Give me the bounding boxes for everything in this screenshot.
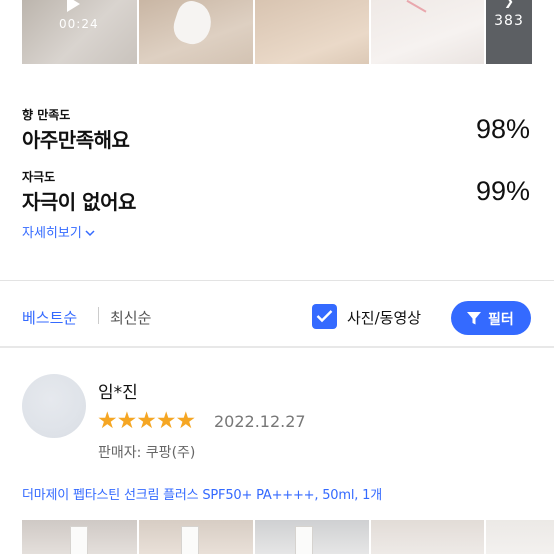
product-option: 더마제이 펩타스틴 선크림 플러스 SPF50+ PA++++, 50ml, 1… bbox=[22, 488, 382, 503]
seller-info: 판매자: 쿠팡(주) bbox=[98, 445, 196, 461]
photo-thumbnail[interactable] bbox=[371, 0, 484, 64]
scent-satisfaction-value: 아주만족해요 bbox=[22, 128, 130, 152]
more-photos-count: 383 bbox=[494, 13, 524, 29]
scent-satisfaction-percent: 98% bbox=[475, 114, 530, 144]
photo-thumbnail[interactable] bbox=[255, 0, 369, 64]
sort-separator bbox=[98, 307, 99, 324]
photo-thumbnail[interactable] bbox=[139, 0, 253, 64]
product-tube bbox=[295, 526, 313, 554]
irritation-value: 자극이 없어요 bbox=[22, 190, 136, 214]
video-duration: 00:24 bbox=[59, 17, 99, 31]
section-divider bbox=[0, 346, 554, 348]
filter-button-label: 필터 bbox=[488, 312, 514, 328]
product-tube bbox=[70, 526, 88, 554]
product-tube bbox=[181, 526, 199, 554]
review-photo[interactable] bbox=[22, 520, 137, 554]
filter-button[interactable]: 필터 bbox=[451, 301, 531, 335]
review-photo[interactable] bbox=[255, 520, 369, 554]
reviewer-name: 임*진 bbox=[98, 383, 138, 403]
review-photo[interactable] bbox=[371, 520, 484, 554]
details-link-label: 자세히보기 bbox=[22, 226, 82, 241]
sort-newest-tab[interactable]: 최신순 bbox=[110, 307, 151, 328]
chevron-down-icon bbox=[85, 226, 95, 241]
play-icon bbox=[67, 0, 80, 12]
more-photos-button[interactable]: ❯ 383 bbox=[486, 0, 532, 64]
review-photo-strip: 00:24 ❯ 383 bbox=[0, 0, 554, 64]
photo-detail bbox=[397, 0, 427, 29]
photo-video-label[interactable]: 사진/동영상 bbox=[347, 307, 421, 328]
details-link[interactable]: 자세히보기 bbox=[22, 222, 95, 241]
chevron-right-icon: ❯ bbox=[504, 0, 515, 8]
video-thumbnail[interactable]: 00:24 bbox=[22, 0, 137, 64]
irritation-label: 자극도 bbox=[22, 170, 56, 184]
scent-satisfaction-label: 향 만족도 bbox=[22, 108, 71, 122]
star-rating: ★★★★★ bbox=[97, 408, 196, 434]
avatar bbox=[22, 374, 86, 438]
sort-best-tab[interactable]: 베스트순 bbox=[22, 307, 77, 328]
section-divider bbox=[0, 280, 554, 281]
irritation-percent: 99% bbox=[475, 176, 530, 206]
check-icon bbox=[316, 310, 333, 323]
review-photo[interactable] bbox=[139, 520, 253, 554]
photo-video-checkbox[interactable] bbox=[312, 304, 337, 329]
funnel-icon bbox=[467, 312, 481, 325]
cream-swatch bbox=[169, 0, 217, 49]
review-photo[interactable] bbox=[486, 520, 554, 554]
review-date: 2022.12.27 bbox=[214, 412, 306, 431]
